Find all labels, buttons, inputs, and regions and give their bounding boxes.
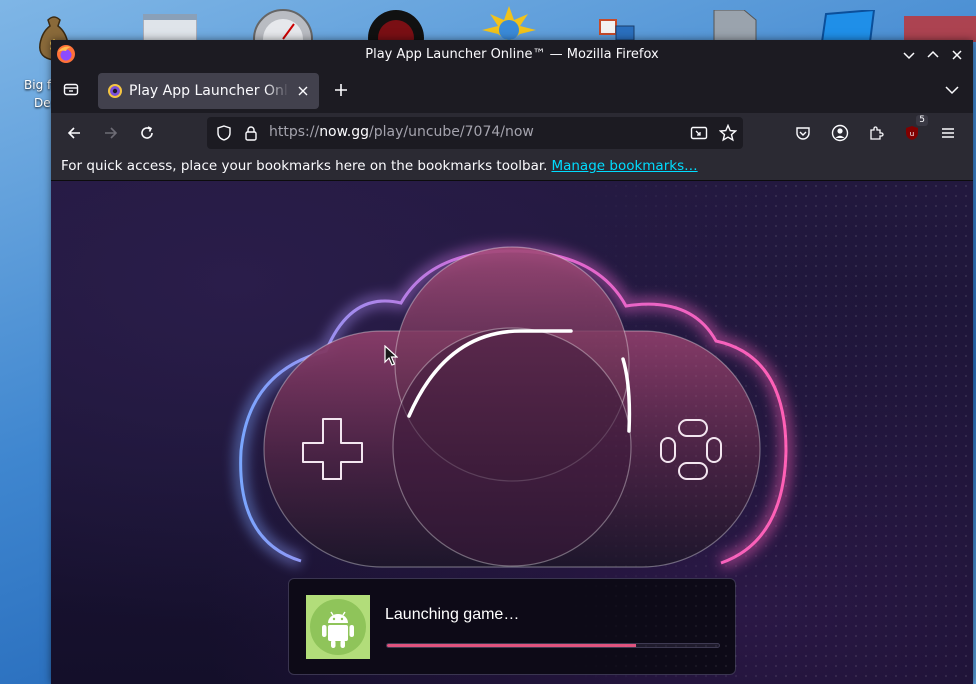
url-text[interactable]: https://now.gg/play/uncube/7074/now <box>269 124 534 140</box>
account-icon[interactable] <box>830 123 850 143</box>
desktop-label-big: Big f <box>24 78 52 92</box>
sun-globe-icon[interactable] <box>476 6 542 42</box>
ublock-origin-icon[interactable]: u 5 <box>902 115 928 143</box>
lock-icon[interactable] <box>242 124 260 142</box>
picture-in-picture-icon[interactable] <box>690 124 708 142</box>
desktop-label-de: De <box>34 96 51 110</box>
chevron-down-icon[interactable] <box>943 81 961 99</box>
tab-list-icon[interactable] <box>59 77 83 101</box>
manage-bookmarks-link[interactable]: Manage bookmarks… <box>551 158 697 174</box>
bookmark-star-icon[interactable] <box>719 124 737 142</box>
launch-status-text: Launching game… <box>385 606 520 623</box>
url-path: /play/uncube/7074/now <box>369 124 534 140</box>
url-scheme: https:// <box>269 124 320 140</box>
desktop-edge-icon <box>900 10 976 42</box>
launch-progress-bar <box>386 643 720 648</box>
drive-icon[interactable] <box>710 10 758 42</box>
maximize-icon[interactable] <box>925 47 941 63</box>
cloud-outline <box>239 249 788 565</box>
bookmarks-message: For quick access, place your bookmarks h… <box>61 158 548 174</box>
new-tab-icon[interactable] <box>330 79 352 101</box>
tab-close-icon[interactable] <box>295 83 311 99</box>
tab-bar: Play App Launcher Online™ <box>51 69 973 113</box>
window-icon[interactable] <box>818 10 878 42</box>
pocket-icon[interactable] <box>793 123 813 143</box>
controller-body <box>263 330 761 568</box>
url-bar[interactable]: https://now.gg/play/uncube/7074/now <box>207 117 743 149</box>
network-icon[interactable] <box>598 18 638 42</box>
tab-active[interactable]: Play App Launcher Online™ <box>98 73 319 109</box>
navigation-toolbar: https://now.gg/play/uncube/7074/now u 5 <box>51 113 973 153</box>
back-arrow-icon[interactable] <box>64 123 84 143</box>
bookmarks-toolbar: For quick access, place your bookmarks h… <box>51 153 973 181</box>
svg-text:u: u <box>910 130 914 138</box>
close-window-icon[interactable] <box>949 47 965 63</box>
cloud-outline-glow <box>233 243 794 570</box>
launch-card: Launching game… <box>288 578 736 675</box>
red-disc-icon[interactable] <box>366 8 426 44</box>
action-buttons-icon <box>660 419 722 480</box>
dpad-icon <box>302 418 363 480</box>
tab-title: Play App Launcher Online™ <box>129 83 289 99</box>
title-bar: Play App Launcher Online™ — Mozilla Fire… <box>51 40 973 69</box>
launch-progress-fill <box>387 644 636 647</box>
mouse-cursor-icon <box>384 345 398 366</box>
browser-window: Play App Launcher Online™ — Mozilla Fire… <box>51 40 973 684</box>
nowgg-favicon-icon <box>107 83 123 99</box>
glare-arc <box>407 329 573 418</box>
reload-icon[interactable] <box>137 123 157 143</box>
controller-dome <box>394 246 630 482</box>
extension-badge: 5 <box>916 115 928 126</box>
firefox-icon <box>55 43 77 65</box>
extensions-puzzle-icon[interactable] <box>866 123 886 143</box>
minimize-icon[interactable] <box>901 47 917 63</box>
shield-icon[interactable] <box>215 124 233 142</box>
controller-cloud-illustration <box>233 243 794 570</box>
page-content[interactable]: Launching game… <box>51 181 973 684</box>
window-title: Play App Launcher Online™ — Mozilla Fire… <box>365 47 659 62</box>
controller-center-circle <box>392 327 632 567</box>
hamburger-menu-icon[interactable] <box>938 123 958 143</box>
android-app-icon <box>306 595 370 659</box>
url-host: now.gg <box>319 124 370 140</box>
glare-arc-right <box>621 357 632 433</box>
forward-arrow-icon[interactable] <box>101 123 121 143</box>
gauge-icon[interactable] <box>252 8 314 44</box>
